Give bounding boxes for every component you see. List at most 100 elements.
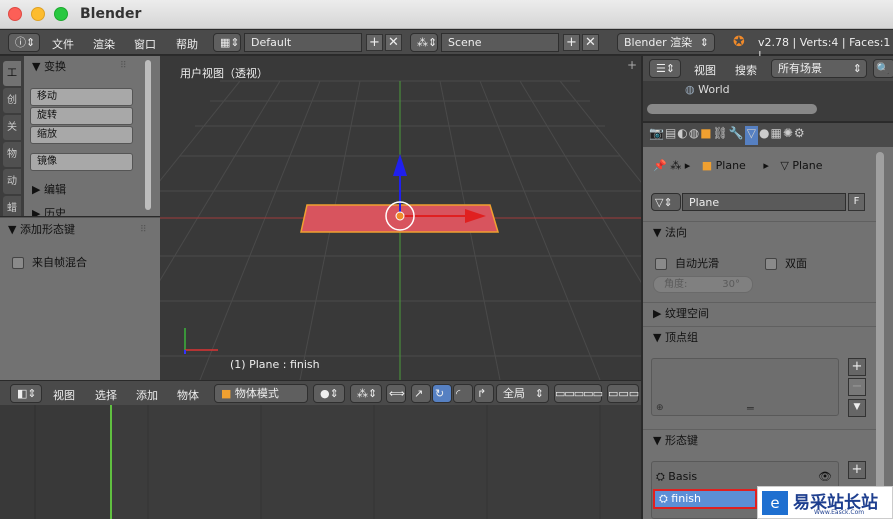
triangle-right-icon: ▶ <box>653 307 665 320</box>
menu-window[interactable]: 窗口 <box>134 36 156 52</box>
tab-animation[interactable]: 动 <box>3 169 21 194</box>
edit-panel-header[interactable]: ▶ 编辑 <box>24 180 66 200</box>
tab-tools[interactable]: 工 <box>3 61 21 86</box>
properties-scrollbar[interactable] <box>876 152 884 492</box>
mode-select[interactable]: ■ 物体模式 <box>214 384 308 403</box>
pin-icon[interactable]: 📌 <box>653 159 667 172</box>
menu-add[interactable]: 添加 <box>136 387 158 403</box>
tab-physics[interactable]: 物 <box>3 142 21 167</box>
particles-tab-icon[interactable]: ✺ <box>783 126 793 145</box>
translate-button[interactable]: 移动 <box>30 88 133 106</box>
editor-type-button[interactable]: ⓘ⇕ <box>8 33 40 52</box>
toolshelf-scrollbar[interactable] <box>145 60 151 210</box>
pivot-select[interactable]: ⁂⇕ <box>350 384 382 403</box>
vertex-group-menu-button[interactable]: ▼ <box>848 399 866 417</box>
drag-handle-icon[interactable]: ⠿ <box>120 61 127 71</box>
mirror-button[interactable]: 镜像 <box>30 153 133 171</box>
physics-tab-icon[interactable]: ⚙ <box>794 126 805 145</box>
shape-keys-panel-header[interactable]: ▼ 形态键 <box>643 429 877 451</box>
shading-select[interactable]: ●⇕ <box>313 384 345 403</box>
layers-grid-2[interactable]: ▭▭▭ <box>607 384 639 403</box>
scale-button[interactable]: 缩放 <box>30 126 133 144</box>
add-screen-button[interactable]: + <box>366 34 383 51</box>
resize-handle-icon[interactable]: ═ <box>747 402 754 415</box>
viewport-3d[interactable]: 用户视图（透视） (1) Plane : finish <box>160 56 641 380</box>
constraints-tab-icon[interactable]: ⛓ <box>713 126 728 145</box>
properties-editor: 📌 ⁂ ▸ ■ Plane ▸ ▽ Plane ▽⇕ Plane F ▼ 法向 … <box>643 147 893 519</box>
outliner-scrollbar[interactable] <box>647 104 817 114</box>
zoom-window-button[interactable] <box>54 7 68 21</box>
from-mix-checkbox[interactable]: 来自帧混合 <box>12 254 87 270</box>
drag-handle-icon[interactable]: ⠿ <box>140 225 147 235</box>
timeline[interactable] <box>0 405 641 519</box>
layers-grid[interactable]: ▭▭▭▭▭ <box>554 384 603 403</box>
data-tab-icon[interactable]: ▽ <box>744 126 759 145</box>
render-tab-icon[interactable]: 📷 <box>649 126 664 145</box>
tab-relations[interactable]: 关 <box>3 115 21 140</box>
manipulator-scale-icon[interactable]: ◜ <box>453 384 473 403</box>
mesh-browse-button[interactable]: ▽⇕ <box>651 193 681 211</box>
menu-render[interactable]: 渲染 <box>93 36 115 52</box>
close-window-button[interactable] <box>8 7 22 21</box>
minimize-window-button[interactable] <box>31 7 45 21</box>
manipulator-space-icon[interactable]: ↱ <box>474 384 494 403</box>
orientation-select[interactable]: 全局 ⇕ <box>496 384 549 403</box>
plus-icon[interactable]: + <box>627 58 637 72</box>
manipulator-translate-icon[interactable]: ↗ <box>411 384 431 403</box>
operator-panel-header[interactable]: ▼ 添加形态键 <box>0 220 75 240</box>
add-vertex-group-button[interactable]: + <box>848 358 866 376</box>
screen-layout-icon[interactable]: ▦⇕ <box>213 33 241 52</box>
scene-field[interactable]: Scene <box>441 33 559 52</box>
gizmo-z-arrow <box>393 154 407 176</box>
auto-smooth-checkbox[interactable]: 自动光滑 <box>655 255 719 271</box>
normals-panel-header[interactable]: ▼ 法向 <box>643 221 877 243</box>
search-icon[interactable]: 🔍 <box>873 59 893 78</box>
texture-tab-icon[interactable]: ▦ <box>771 126 782 145</box>
world-tab-icon[interactable]: ◍ <box>689 126 699 145</box>
add-scene-button[interactable]: + <box>563 34 580 51</box>
scene-icon: ⁂ <box>670 159 682 172</box>
scene-tab-icon[interactable]: ◐ <box>677 126 687 145</box>
breadcrumb-object: Plane <box>715 159 746 172</box>
outliner-filter-select[interactable]: 所有场景 ⇕ <box>771 59 867 78</box>
remove-vertex-group-button[interactable]: − <box>848 378 866 396</box>
menu-select[interactable]: 选择 <box>95 387 117 403</box>
breadcrumb-mesh: Plane <box>792 159 823 172</box>
shape-key-item-selected[interactable]: ⛭ finish <box>653 489 757 509</box>
layers-tab-icon[interactable]: ▤ <box>665 126 676 145</box>
shape-keys-label: 形态键 <box>664 434 698 447</box>
menu-view[interactable]: 视图 <box>694 62 716 78</box>
mesh-name-field[interactable]: Plane <box>682 193 846 211</box>
list-filter-icon[interactable]: ⊕ <box>656 403 664 413</box>
editor-type-button[interactable]: ◧⇕ <box>10 384 42 403</box>
fake-user-button[interactable]: F <box>848 193 865 211</box>
triangle-down-icon: ▼ <box>653 331 665 344</box>
menu-file[interactable]: 文件 <box>52 36 74 52</box>
material-tab-icon[interactable]: ● <box>759 126 769 145</box>
remove-screen-button[interactable]: ✕ <box>385 34 402 51</box>
menu-search[interactable]: 搜索 <box>735 62 757 78</box>
menu-help[interactable]: 帮助 <box>176 36 198 52</box>
rotate-button[interactable]: 旋转 <box>30 107 133 125</box>
vertex-groups-list[interactable]: ⊕ ═ <box>651 358 839 416</box>
tab-create[interactable]: 创 <box>3 88 21 113</box>
menu-view[interactable]: 视图 <box>53 387 75 403</box>
scene-icon[interactable]: ⁂⇕ <box>410 33 438 52</box>
editor-type-button[interactable]: ☰⇕ <box>649 59 681 78</box>
shape-key-item[interactable]: ⛭ Basis 👁 <box>656 470 834 487</box>
vertex-groups-panel-header[interactable]: ▼ 顶点组 <box>643 326 877 348</box>
object-tab-icon[interactable]: ■ <box>700 126 711 145</box>
manipulator-toggle[interactable]: ⟺ <box>386 384 406 403</box>
manipulator-rotate-icon[interactable]: ↻ <box>432 384 452 403</box>
outliner-item-world[interactable]: ◍ World <box>685 83 730 96</box>
menu-object[interactable]: 物体 <box>177 387 199 403</box>
render-engine-select[interactable]: Blender 渲染 ⇕ <box>617 33 715 52</box>
transform-panel-header[interactable]: ▼ 变换 <box>24 57 66 77</box>
remove-scene-button[interactable]: ✕ <box>582 34 599 51</box>
eye-icon[interactable]: 👁 <box>818 470 832 483</box>
screen-layout-field[interactable]: Default <box>244 33 362 52</box>
add-shape-key-button[interactable]: + <box>848 461 866 479</box>
modifiers-tab-icon[interactable]: 🔧 <box>729 126 744 145</box>
texture-space-panel-header[interactable]: ▶ 纹理空间 <box>643 302 877 324</box>
double-sided-checkbox[interactable]: 双面 <box>765 255 807 271</box>
